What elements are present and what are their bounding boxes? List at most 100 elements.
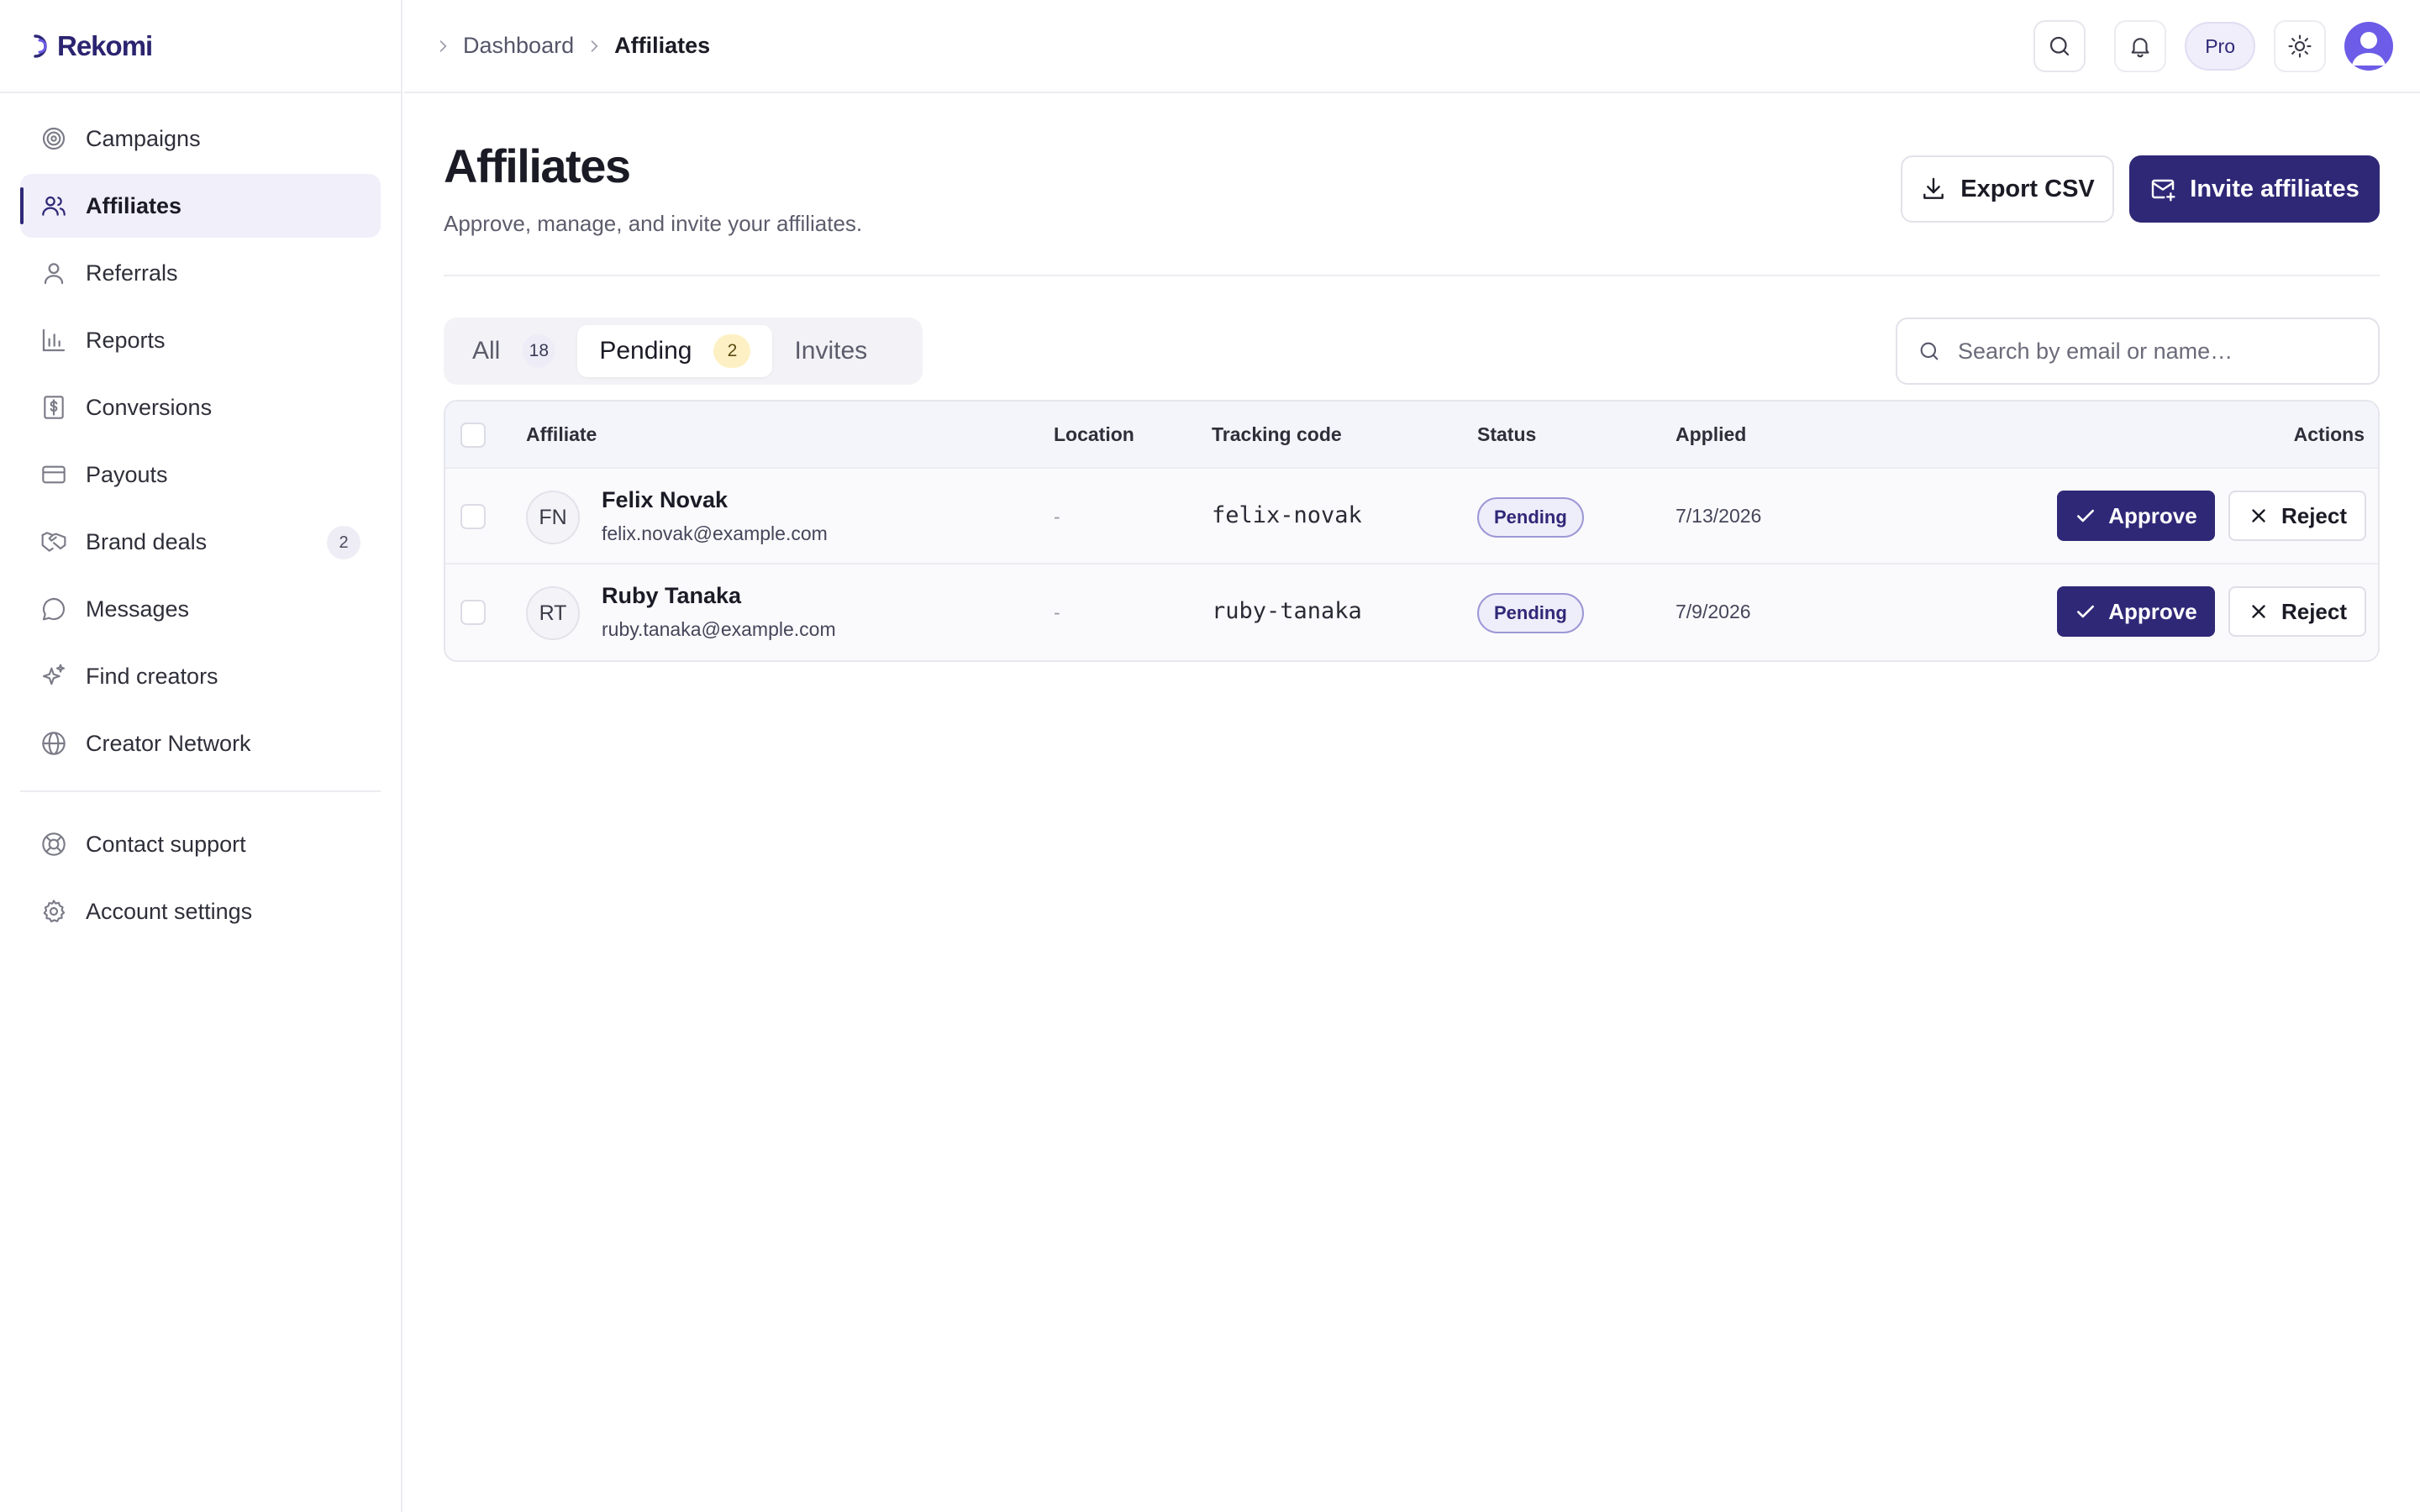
status-badge: Pending xyxy=(1477,497,1584,538)
tab-label: All xyxy=(472,337,501,365)
row-checkbox[interactable] xyxy=(460,600,486,625)
export-csv-label: Export CSV xyxy=(1960,175,2095,202)
sidebar-item-creator-network[interactable]: Creator Network xyxy=(20,711,381,775)
breadcrumb-current: Affiliates xyxy=(614,33,711,58)
user-avatar-icon xyxy=(2352,32,2386,66)
invite-affiliates-button[interactable]: Invite affiliates xyxy=(2129,155,2380,223)
count-badge: 2 xyxy=(327,526,360,559)
lifebuoy-icon xyxy=(40,831,67,858)
tab-count: 2 xyxy=(713,334,751,368)
sidebar-item-label: Brand deals xyxy=(86,528,208,554)
globe-icon xyxy=(40,730,67,757)
sidebar-item-messages[interactable]: Messages xyxy=(20,577,381,641)
affiliate-location: - xyxy=(1054,506,1060,528)
breadcrumb-dashboard[interactable]: Dashboard xyxy=(463,33,574,59)
sidebar-item-label: Referrals xyxy=(86,260,178,286)
search-field xyxy=(1896,318,2380,385)
row-checkbox[interactable] xyxy=(460,504,486,529)
applied-date: 7/13/2026 xyxy=(1676,505,1762,527)
users-icon xyxy=(40,192,67,219)
search-button[interactable] xyxy=(2033,20,2086,72)
theme-toggle-button[interactable] xyxy=(2274,20,2326,72)
search-icon xyxy=(2047,34,2072,59)
reject-button[interactable]: Reject xyxy=(2228,586,2366,637)
handshake-icon xyxy=(40,528,67,555)
tracking-code: felix-novak xyxy=(1212,502,1362,528)
sidebar-nav: Campaigns Affiliates Referrals Reports C… xyxy=(0,93,401,943)
affiliate-avatar: FN xyxy=(526,491,580,544)
tab-label: Invites xyxy=(794,337,868,365)
credit-card-icon xyxy=(40,461,67,488)
sidebar-item-find-creators[interactable]: Find creators xyxy=(20,644,381,708)
column-header-tracking-code[interactable]: Tracking code xyxy=(1212,423,1342,446)
tab-invites[interactable]: Invites xyxy=(772,325,889,377)
user-icon xyxy=(40,260,67,286)
sidebar-item-label: Reports xyxy=(86,327,166,353)
target-icon xyxy=(40,125,67,152)
sidebar-item-label: Find creators xyxy=(86,663,218,689)
column-header-location[interactable]: Location xyxy=(1054,423,1134,446)
close-icon xyxy=(2248,505,2270,527)
tab-label: Pending xyxy=(599,337,692,365)
select-all-checkbox[interactable] xyxy=(460,423,486,448)
sidebar-item-label: Conversions xyxy=(86,394,213,420)
sidebar-item-referrals[interactable]: Referrals xyxy=(20,241,381,305)
close-icon xyxy=(2248,601,2270,622)
tab-all[interactable]: All 18 xyxy=(450,325,577,377)
reject-label: Reject xyxy=(2281,502,2348,528)
sidebar-item-label: Account settings xyxy=(86,898,253,924)
column-header-status[interactable]: Status xyxy=(1477,423,1536,446)
brand-name: Rekomi xyxy=(57,29,153,61)
affiliates-table: Affiliate Location Tracking code Status … xyxy=(444,400,2380,662)
sidebar-item-brand-deals[interactable]: Brand deals 2 xyxy=(20,510,381,574)
sidebar-item-conversions[interactable]: Conversions xyxy=(20,375,381,439)
chevron-right-icon xyxy=(586,38,602,55)
column-header-actions: Actions xyxy=(2293,423,2365,445)
table-row: FN Felix Novak felix.novak@example.com -… xyxy=(445,469,2378,564)
mail-plus-icon xyxy=(2149,176,2176,202)
bell-icon xyxy=(2128,34,2153,59)
affiliate-name[interactable]: Felix Novak xyxy=(602,487,728,513)
affiliate-name[interactable]: Ruby Tanaka xyxy=(602,583,741,609)
avatar[interactable] xyxy=(2344,22,2393,71)
column-header-applied[interactable]: Applied xyxy=(1676,423,1746,446)
tab-count: 18 xyxy=(522,334,556,368)
page-title: Affiliates xyxy=(444,139,631,192)
sidebar-item-label: Payouts xyxy=(86,461,168,487)
sidebar-item-reports[interactable]: Reports xyxy=(20,308,381,372)
check-icon xyxy=(2075,505,2096,527)
sidebar-item-payouts[interactable]: Payouts xyxy=(20,443,381,507)
affiliate-email: ruby.tanaka@example.com xyxy=(602,618,836,640)
table-header: Affiliate Location Tracking code Status … xyxy=(445,402,2378,469)
sidebar-item-account-settings[interactable]: Account settings xyxy=(20,879,381,943)
chevron-right-icon xyxy=(434,38,451,55)
gear-icon xyxy=(40,898,67,925)
reject-button[interactable]: Reject xyxy=(2228,491,2366,541)
sidebar-item-contact-support[interactable]: Contact support xyxy=(20,812,381,876)
breadcrumb: Dashboard Affiliates xyxy=(404,33,710,59)
status-badge: Pending xyxy=(1477,593,1584,633)
approve-button[interactable]: Approve xyxy=(2057,586,2215,637)
logo-mark-icon xyxy=(34,34,47,58)
bar-chart-icon xyxy=(40,327,67,354)
sidebar-item-label: Messages xyxy=(86,596,190,622)
top-actions-group: Pro xyxy=(2114,20,2393,72)
sidebar-item-label: Creator Network xyxy=(86,730,251,756)
plan-badge[interactable]: Pro xyxy=(2185,22,2255,71)
logo[interactable]: Rekomi xyxy=(0,0,401,93)
approve-label: Approve xyxy=(2108,502,2197,528)
search-input[interactable] xyxy=(1958,338,2361,365)
tab-pending[interactable]: Pending 2 xyxy=(577,325,773,377)
notifications-button[interactable] xyxy=(2114,20,2167,72)
column-header-affiliate[interactable]: Affiliate xyxy=(526,423,597,446)
download-icon xyxy=(1920,176,1947,202)
affiliate-email: felix.novak@example.com xyxy=(602,522,828,544)
sun-icon xyxy=(2287,34,2312,59)
receipt-dollar-icon xyxy=(40,394,67,421)
approve-button[interactable]: Approve xyxy=(2057,491,2215,541)
sparkles-icon xyxy=(40,663,67,690)
export-csv-button[interactable]: Export CSV xyxy=(1901,155,2114,223)
sidebar-item-campaigns[interactable]: Campaigns xyxy=(20,107,381,171)
sidebar-item-affiliates[interactable]: Affiliates xyxy=(20,174,381,238)
sidebar-divider xyxy=(20,790,381,792)
